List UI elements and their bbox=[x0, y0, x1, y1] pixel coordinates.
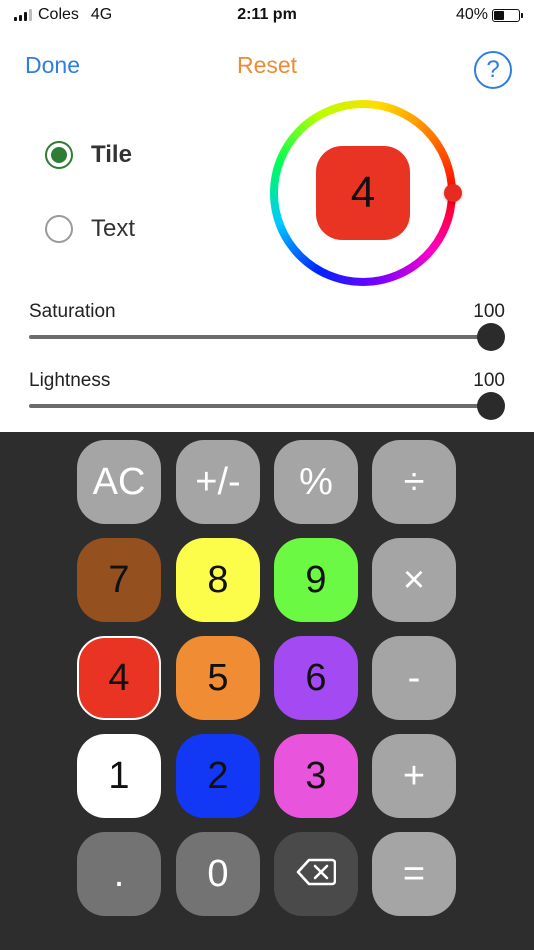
equals-label: = bbox=[402, 852, 426, 895]
digit-0-key[interactable]: 0 bbox=[176, 832, 260, 916]
hue-handle[interactable] bbox=[444, 184, 462, 202]
keypad: AC +/-% ÷ 7 8 9 × 4 5 6 - 1 2 3 +. 0 = bbox=[0, 432, 534, 950]
digit-3-key[interactable]: 3 bbox=[274, 734, 358, 818]
all-clear-label: AC bbox=[92, 460, 146, 503]
lightness-slider-thumb[interactable] bbox=[477, 392, 505, 420]
digit-2-label: 2 bbox=[207, 754, 229, 797]
battery-icon bbox=[492, 8, 523, 22]
digit-5-key[interactable]: 5 bbox=[176, 636, 260, 720]
digit-3-label: 3 bbox=[305, 754, 327, 797]
digit-4-key[interactable]: 4 bbox=[77, 636, 161, 720]
preview-digit: 4 bbox=[350, 168, 376, 217]
digit-4-label: 4 bbox=[108, 656, 130, 699]
lightness-slider-track[interactable] bbox=[29, 404, 495, 408]
multiply-key[interactable]: × bbox=[372, 538, 456, 622]
digit-5-label: 5 bbox=[207, 656, 229, 699]
plus-label: + bbox=[402, 754, 426, 797]
status-bar: Coles 4G 2:11 pm 40% bbox=[0, 0, 534, 32]
digit-8-label: 8 bbox=[207, 558, 229, 601]
digit-2-key[interactable]: 2 bbox=[176, 734, 260, 818]
digit-7-key[interactable]: 7 bbox=[77, 538, 161, 622]
status-time: 2:11 pm bbox=[237, 6, 297, 23]
percent-label: % bbox=[299, 460, 333, 503]
saturation-label: Saturation bbox=[29, 301, 116, 322]
plus-minus-label: +/- bbox=[195, 460, 241, 503]
lightness-value: 100 bbox=[473, 370, 505, 391]
saturation-slider-track[interactable] bbox=[29, 335, 495, 339]
question-icon: ? bbox=[486, 56, 500, 83]
digit-1-key[interactable]: 1 bbox=[77, 734, 161, 818]
radio-selected-icon[interactable] bbox=[45, 141, 73, 169]
status-right: 40% bbox=[455, 6, 523, 24]
minus-key[interactable]: - bbox=[372, 636, 456, 720]
digit-6-label: 6 bbox=[305, 656, 327, 699]
mode-option-text[interactable]: Text bbox=[45, 215, 135, 243]
battery-percent: 40% bbox=[455, 6, 488, 23]
mode-tile-label: Tile bbox=[91, 141, 132, 168]
digit-0-label: 0 bbox=[207, 852, 229, 895]
digit-9-key[interactable]: 9 bbox=[274, 538, 358, 622]
minus-label: - bbox=[407, 656, 421, 699]
mode-text-label: Text bbox=[91, 215, 136, 242]
percent-key[interactable]: % bbox=[274, 440, 358, 524]
multiply-label: × bbox=[402, 558, 426, 601]
plus-minus-key[interactable]: +/- bbox=[176, 440, 260, 524]
decimal-key[interactable]: . bbox=[77, 832, 161, 916]
saturation-slider-thumb[interactable] bbox=[477, 323, 505, 351]
all-clear-key[interactable]: AC bbox=[77, 440, 161, 524]
digit-7-label: 7 bbox=[108, 558, 130, 601]
done-button[interactable]: Done bbox=[25, 52, 80, 79]
saturation-value: 100 bbox=[473, 301, 505, 322]
reset-container: Reset bbox=[0, 52, 534, 79]
digit-8-key[interactable]: 8 bbox=[176, 538, 260, 622]
digit-6-key[interactable]: 6 bbox=[274, 636, 358, 720]
lightness-label: Lightness bbox=[29, 370, 111, 391]
plus-key[interactable]: + bbox=[372, 734, 456, 818]
divide-key[interactable]: ÷ bbox=[372, 440, 456, 524]
reset-button[interactable]: Reset bbox=[237, 52, 297, 78]
radio-unselected-icon[interactable] bbox=[45, 215, 73, 243]
backspace-key[interactable] bbox=[274, 832, 358, 916]
decimal-label: . bbox=[113, 852, 125, 895]
help-button[interactable]: ? bbox=[474, 51, 512, 89]
digit-1-label: 1 bbox=[108, 754, 130, 797]
mode-option-tile[interactable]: Tile bbox=[45, 141, 132, 169]
preview-tile: 4 bbox=[316, 146, 410, 240]
digit-9-label: 9 bbox=[305, 558, 327, 601]
backspace-icon bbox=[296, 853, 337, 896]
divide-label: ÷ bbox=[403, 460, 425, 503]
equals-key[interactable]: = bbox=[372, 832, 456, 916]
